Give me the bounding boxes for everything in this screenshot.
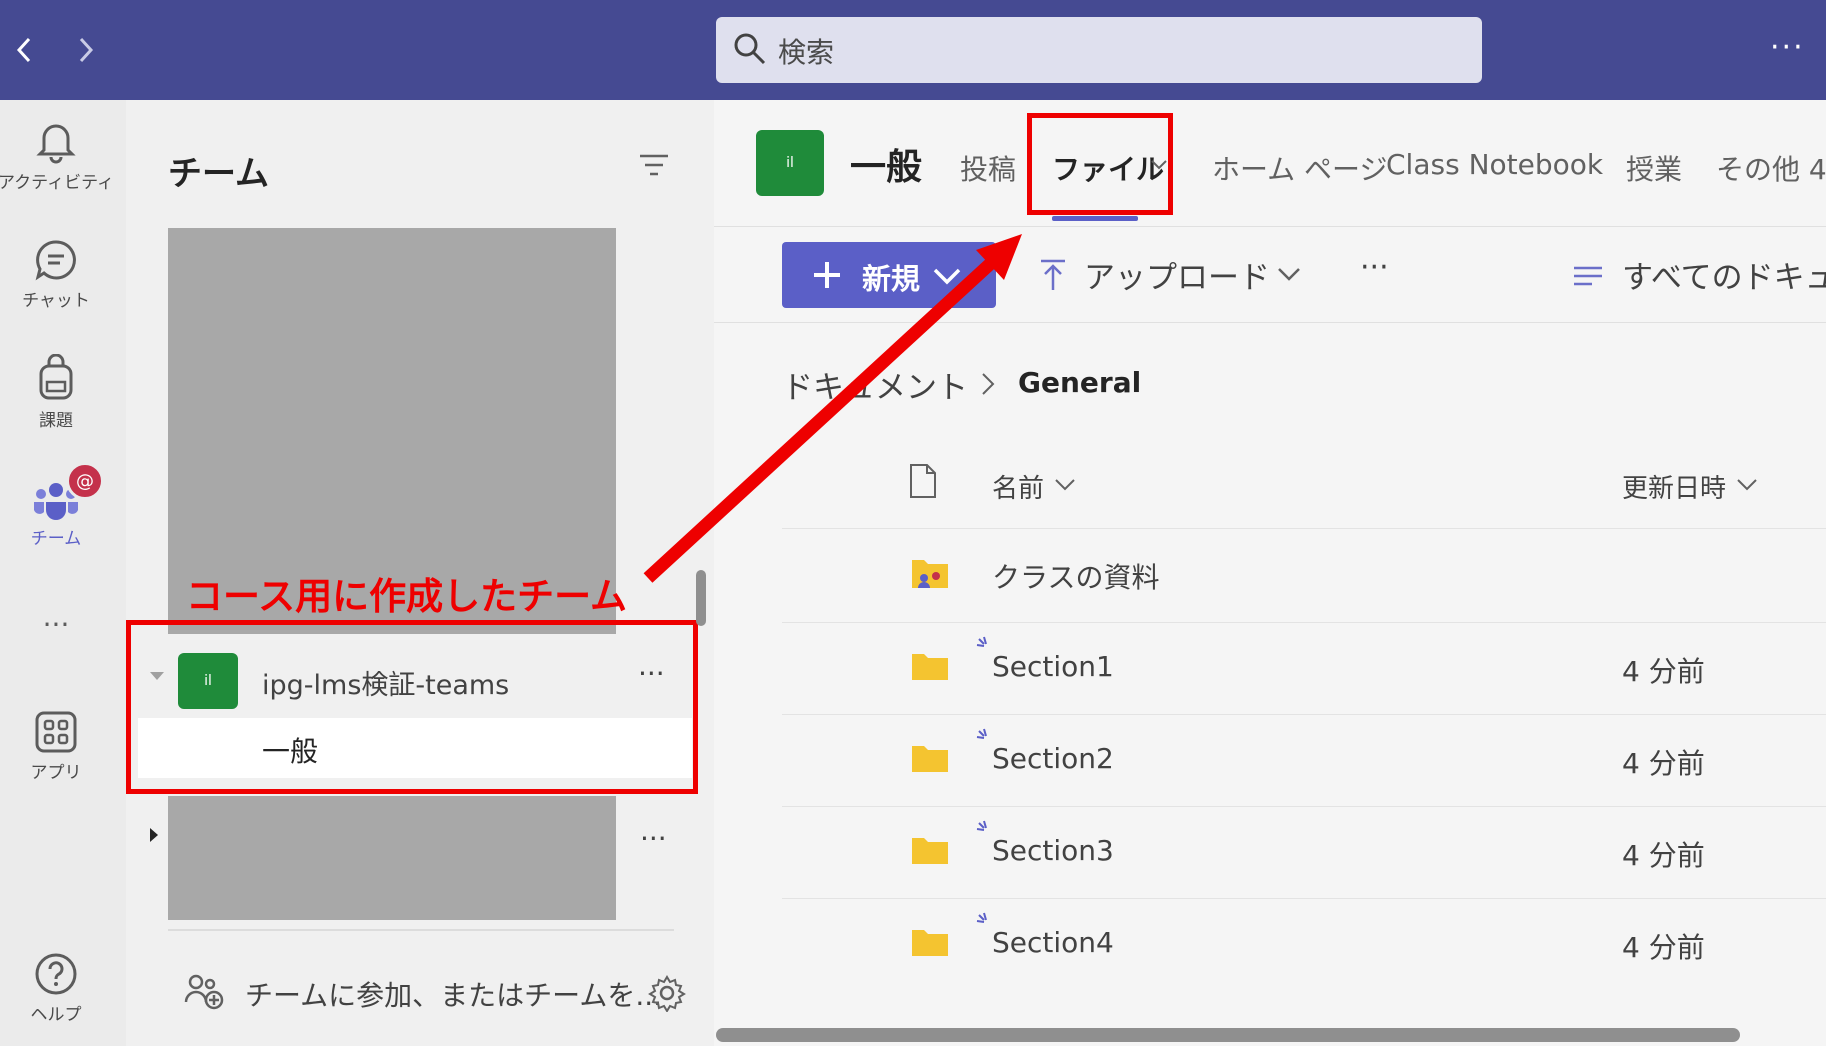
file-modified: 4 分前 bbox=[1622, 931, 1705, 964]
forward-button[interactable] bbox=[66, 28, 106, 72]
all-documents-view[interactable]: すべてのドキュ bbox=[1622, 252, 1826, 297]
folder-icon bbox=[912, 654, 948, 680]
upload-icon bbox=[1041, 259, 1065, 290]
app-rail: アクティビティ チャット 課題 @ チーム ··· アプリ ヘルプ bbox=[0, 100, 126, 1046]
apps-icon bbox=[35, 711, 77, 753]
backpack-icon bbox=[39, 354, 73, 400]
file-modified: 4 分前 bbox=[1622, 839, 1705, 872]
tab-assignments[interactable]: 授業 bbox=[1626, 148, 1682, 188]
column-header-name[interactable]: 名前 bbox=[992, 468, 1044, 505]
plus-icon bbox=[814, 262, 840, 288]
search-placeholder: 検索 bbox=[778, 36, 835, 69]
tab-posts[interactable]: 投稿 bbox=[960, 148, 1016, 188]
mention-badge: @ bbox=[66, 462, 104, 500]
help-icon bbox=[35, 953, 77, 995]
new-button[interactable]: 新規 bbox=[782, 242, 996, 308]
chevron-left-icon bbox=[16, 37, 31, 63]
header-divider bbox=[714, 226, 1826, 227]
file-name: クラスの資料 bbox=[992, 561, 1160, 594]
chevron-down-icon bbox=[933, 268, 961, 285]
folder-icon bbox=[912, 930, 948, 956]
horizontal-scrollbar[interactable] bbox=[716, 1028, 1740, 1042]
table-row[interactable]: クラスの資料 bbox=[782, 530, 1826, 620]
tab-class-notebook[interactable]: Class Notebook bbox=[1386, 148, 1603, 181]
command-bar-divider bbox=[714, 322, 1826, 323]
active-tab-indicator bbox=[1052, 216, 1138, 221]
table-row[interactable]: Section4 4 分前 bbox=[782, 900, 1826, 990]
channel-title: 一般 bbox=[850, 147, 923, 188]
teams-panel-title: チーム bbox=[168, 154, 269, 194]
file-name: Section4 bbox=[992, 926, 1114, 959]
row-divider bbox=[782, 528, 1826, 529]
folder-icon bbox=[912, 838, 948, 864]
chevron-down-icon bbox=[1278, 268, 1300, 281]
bell-icon bbox=[36, 124, 76, 164]
rail-item-help[interactable]: ヘルプ bbox=[0, 952, 112, 1025]
file-type-icon bbox=[910, 464, 936, 498]
breadcrumb-documents[interactable]: ドキュメント bbox=[782, 362, 968, 407]
upload-button[interactable]: アップロード bbox=[1084, 252, 1270, 297]
new-item-sparkle-icon bbox=[976, 728, 987, 739]
breadcrumb-current: General bbox=[1018, 366, 1142, 399]
channel-avatar: il bbox=[756, 130, 824, 196]
new-item-sparkle-icon bbox=[976, 820, 987, 831]
join-team-link[interactable]: チームに参加、またはチームを... bbox=[245, 974, 662, 1014]
search-input[interactable]: 検索 bbox=[716, 17, 1482, 83]
annotation-highlight-team bbox=[126, 620, 698, 794]
rail-item-activity[interactable]: アクティビティ bbox=[0, 120, 114, 193]
tab-home-page[interactable]: ホーム ページ bbox=[1212, 148, 1388, 188]
row-divider bbox=[782, 622, 1826, 623]
gear-icon[interactable] bbox=[648, 974, 686, 1012]
chevron-down-icon bbox=[1055, 479, 1075, 491]
command-more-button[interactable]: ··· bbox=[1360, 250, 1389, 285]
file-modified: 4 分前 bbox=[1622, 747, 1705, 780]
new-item-sparkle-icon bbox=[976, 636, 987, 647]
more-options-button[interactable]: ··· bbox=[1770, 30, 1805, 65]
rail-item-chat[interactable]: チャット bbox=[0, 238, 112, 311]
view-options-icon bbox=[1574, 266, 1602, 286]
file-modified: 4 分前 bbox=[1622, 655, 1705, 688]
folder-icon bbox=[912, 746, 948, 772]
row-divider bbox=[782, 898, 1826, 899]
shared-folder-icon bbox=[912, 560, 948, 588]
row-divider bbox=[782, 714, 1826, 715]
new-item-sparkle-icon bbox=[976, 912, 987, 923]
search-icon bbox=[734, 33, 766, 65]
rail-item-assignments[interactable]: 課題 bbox=[0, 354, 112, 431]
back-button[interactable] bbox=[4, 28, 44, 72]
title-bar: 検索 ··· bbox=[0, 0, 1826, 100]
team-more-button-lower[interactable]: ··· bbox=[640, 822, 667, 855]
chevron-down-icon bbox=[1737, 479, 1757, 491]
tab-more[interactable]: その他 4 bbox=[1716, 148, 1826, 188]
chat-icon bbox=[35, 240, 76, 281]
file-name: Section2 bbox=[992, 742, 1114, 775]
annotation-highlight-files-tab bbox=[1027, 113, 1173, 215]
column-header-modified[interactable]: 更新日時 bbox=[1622, 468, 1726, 505]
chevron-right-icon bbox=[982, 373, 995, 395]
rail-more-button[interactable]: ··· bbox=[0, 608, 112, 641]
file-name: Section1 bbox=[992, 650, 1114, 683]
redacted-teams-block-lower bbox=[168, 796, 616, 920]
join-team-icon bbox=[184, 974, 224, 1010]
teams-scrollbar[interactable] bbox=[696, 570, 706, 626]
new-button-label: 新規 bbox=[862, 262, 921, 296]
annotation-label: コース用に作成したチーム bbox=[186, 575, 628, 618]
table-row[interactable]: Section3 4 分前 bbox=[782, 808, 1826, 898]
rail-item-apps[interactable]: アプリ bbox=[0, 710, 112, 783]
filter-icon[interactable] bbox=[638, 152, 670, 180]
expand-caret-icon[interactable] bbox=[150, 828, 158, 842]
rail-item-teams[interactable]: @ チーム bbox=[0, 462, 112, 549]
file-name: Section3 bbox=[992, 834, 1114, 867]
teams-list-divider bbox=[168, 929, 674, 931]
chevron-right-icon bbox=[79, 37, 94, 63]
table-row[interactable]: Section1 4 分前 bbox=[782, 624, 1826, 714]
row-divider bbox=[782, 806, 1826, 807]
table-row[interactable]: Section2 4 分前 bbox=[782, 716, 1826, 806]
